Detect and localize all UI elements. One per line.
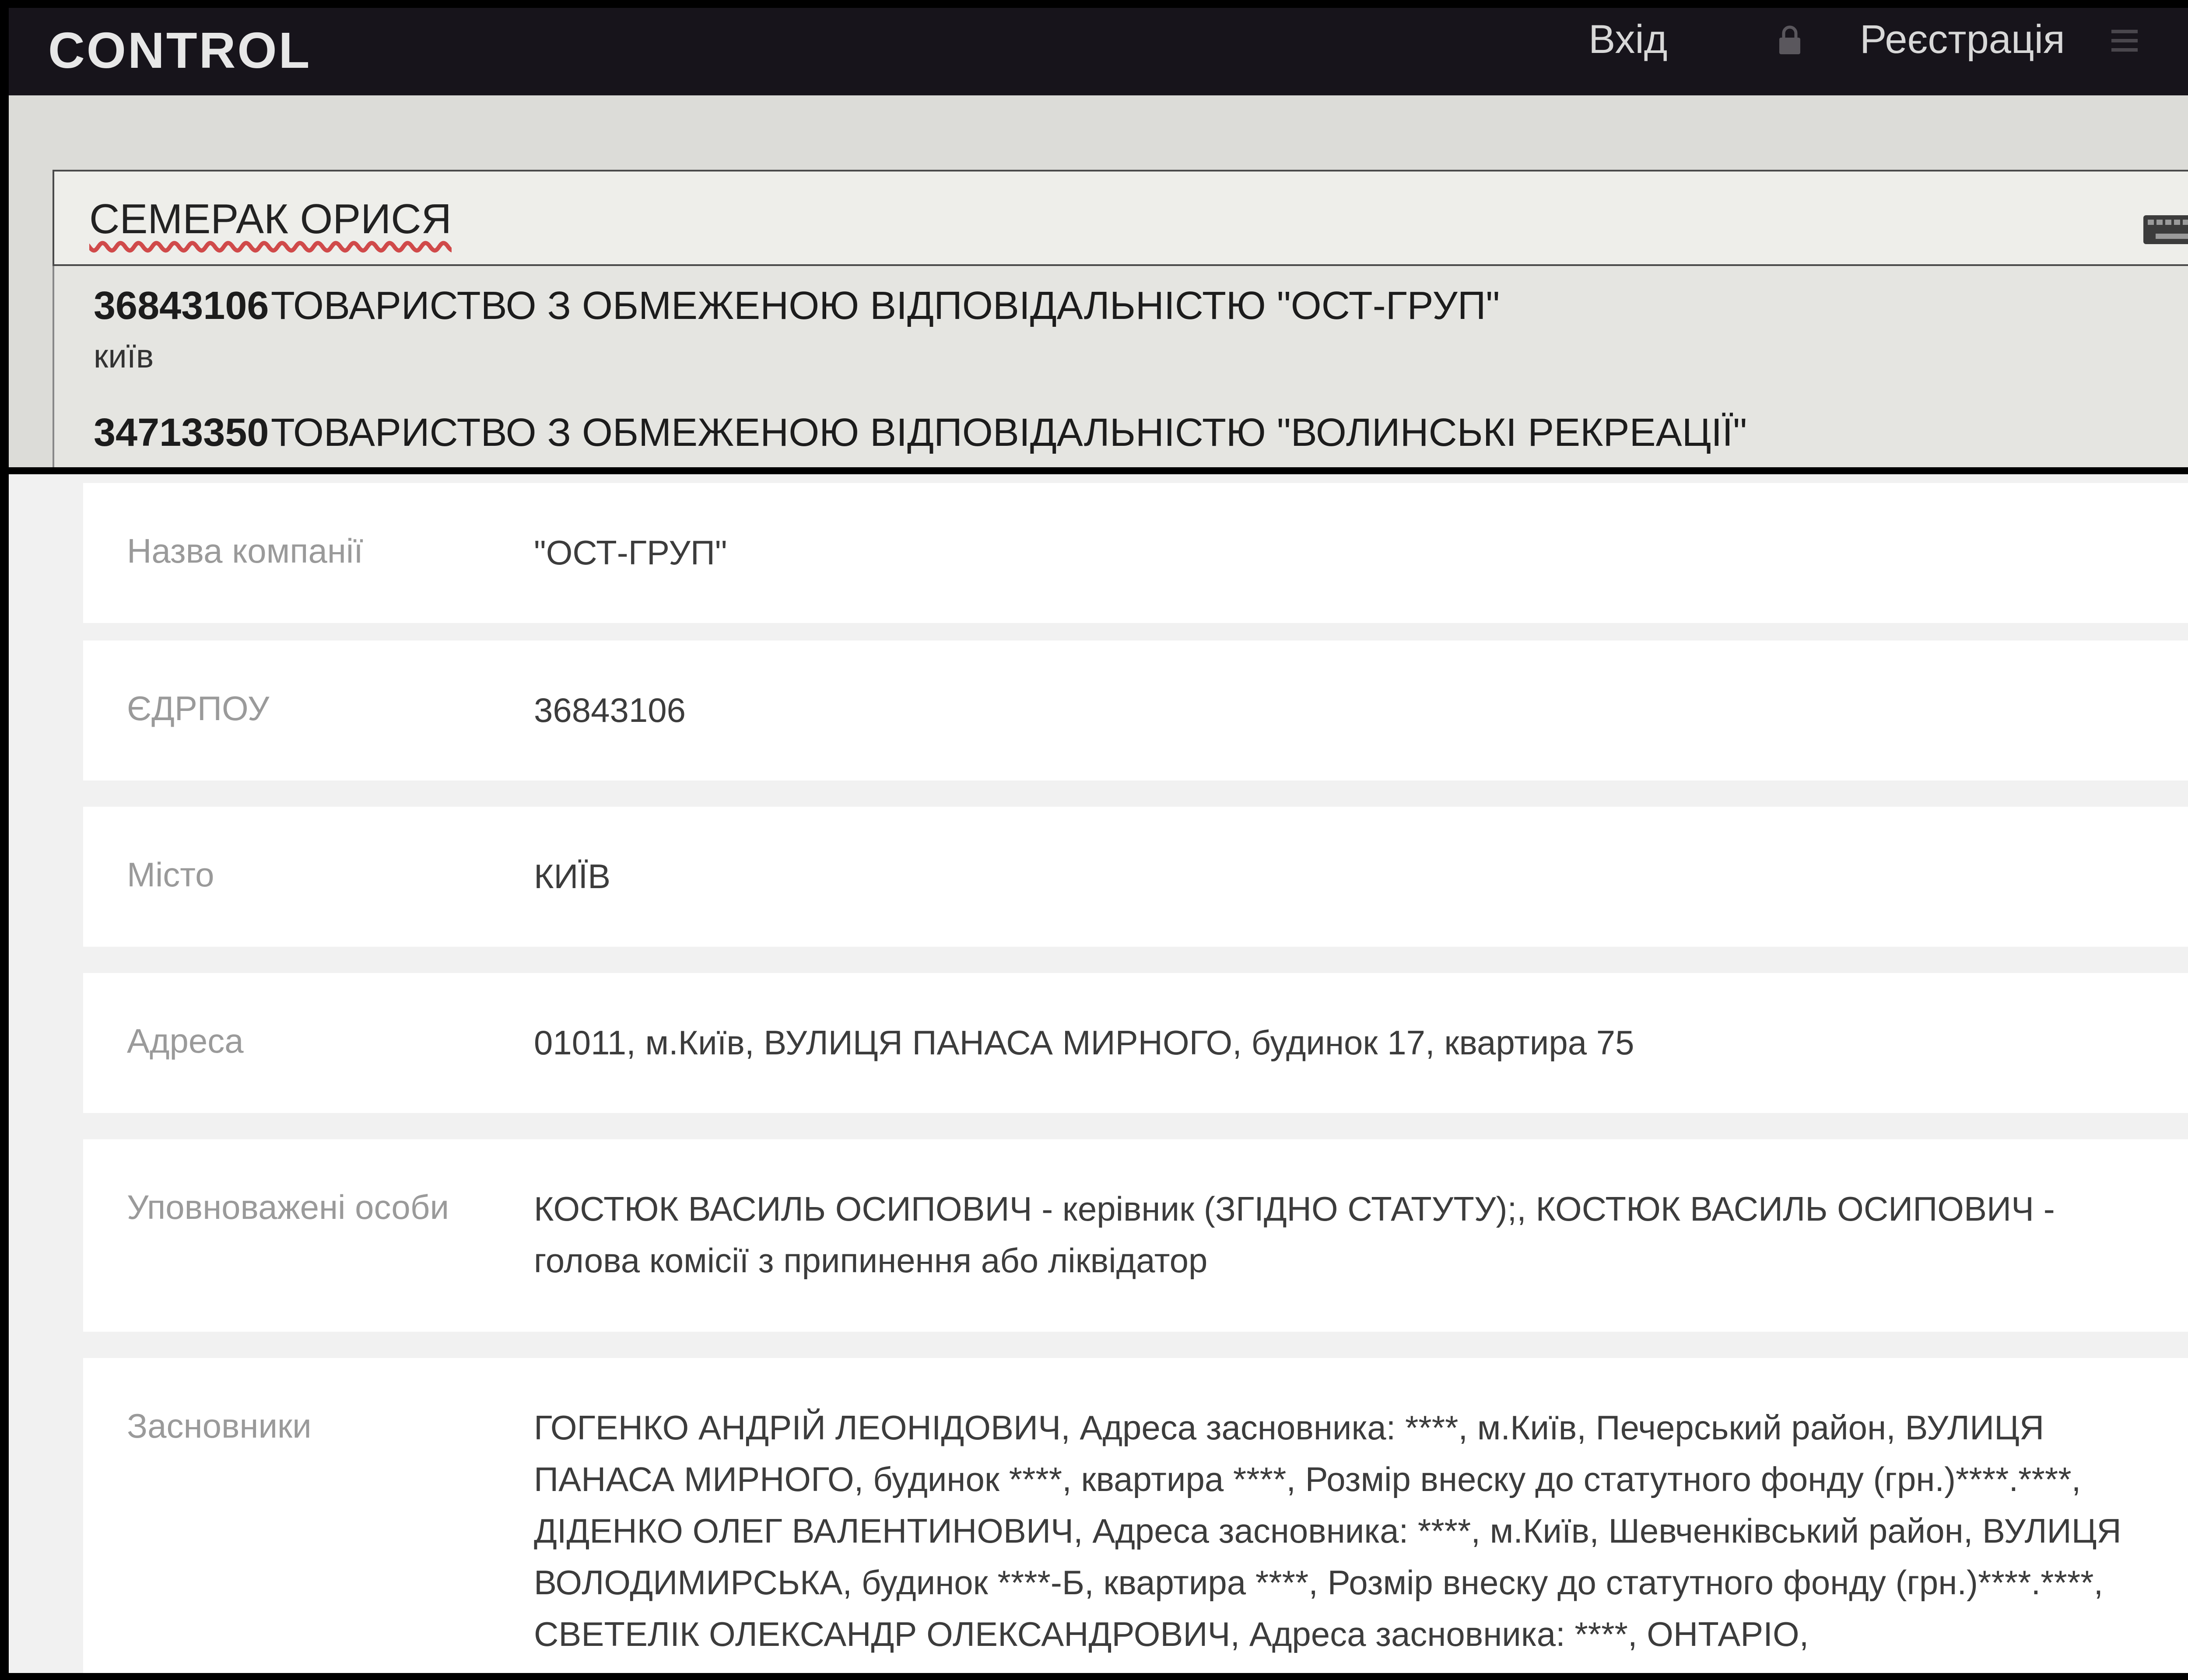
result-code: 36843106: [94, 284, 269, 328]
top-navbar: CONTROL Вхід Реєстрація: [9, 8, 2188, 95]
detail-row-address: Адреса 01011, м.Київ, ВУЛИЦЯ ПАНАСА МИРН…: [83, 973, 2188, 1113]
keyboard-icon[interactable]: [2142, 211, 2188, 246]
detail-label: ЄДРПОУ: [127, 689, 270, 728]
result-code: 34713350: [94, 411, 269, 455]
detail-value: ГОГЕНКО АНДРІЙ ЛЕОНІДОВИЧ, Адреса заснов…: [534, 1408, 2121, 1653]
detail-label: Назва компанії: [127, 532, 363, 570]
detail-row-authorized-persons: Уповноважені особи КОСТЮК ВАСИЛЬ ОСИПОВИ…: [83, 1139, 2188, 1332]
detail-value: 01011, м.Київ, ВУЛИЦЯ ПАНАСА МИРНОГО, бу…: [534, 1023, 1634, 1062]
company-details-panel: Назва компанії "ОСТ-ГРУП" ЄДРПОУ 3684310…: [9, 474, 2188, 1673]
search-box: СЕМЕРАК ОРИСЯ: [53, 170, 2188, 266]
menu-icon[interactable]: [2109, 25, 2140, 56]
detail-row-founders: Засновники ГОГЕНКО АНДРІЙ ЛЕОНІДОВИЧ, Ад…: [83, 1358, 2188, 1673]
search-screenshot-panel: CONTROL Вхід Реєстрація СЕМЕРАК ОРИСЯ 36…: [9, 8, 2188, 467]
search-results-dropdown: 36843106 ТОВАРИСТВО З ОБМЕЖЕНОЮ ВІДПОВІД…: [53, 266, 2188, 467]
detail-row-city: Місто КИЇВ: [83, 807, 2188, 947]
result-city: київ: [94, 338, 154, 375]
search-result-item[interactable]: 36843106 ТОВАРИСТВО З ОБМЕЖЕНОЮ ВІДПОВІД…: [94, 284, 1500, 375]
detail-row-company-name: Назва компанії "ОСТ-ГРУП": [83, 483, 2188, 623]
result-name: ТОВАРИСТВО З ОБМЕЖЕНОЮ ВІДПОВІДАЛЬНІСТЮ …: [270, 411, 1747, 455]
detail-value: "ОСТ-ГРУП": [534, 533, 727, 572]
detail-value: КИЇВ: [534, 857, 611, 896]
detail-value: 36843106: [534, 691, 686, 729]
detail-row-edrpou: ЄДРПОУ 36843106: [83, 640, 2188, 780]
site-logo[interactable]: CONTROL: [48, 21, 312, 80]
panel-divider: [0, 467, 2188, 474]
detail-value: КОСТЮК ВАСИЛЬ ОСИПОВИЧ - керівник (ЗГІДН…: [534, 1190, 2055, 1280]
lock-icon: [1779, 25, 1800, 54]
detail-label: Місто: [127, 855, 214, 894]
result-name: ТОВАРИСТВО З ОБМЕЖЕНОЮ ВІДПОВІДАЛЬНІСТЮ …: [270, 284, 1500, 328]
register-link[interactable]: Реєстрація: [1860, 17, 2065, 63]
detail-label: Адреса: [127, 1022, 244, 1060]
detail-label: Засновники: [127, 1407, 312, 1445]
login-link[interactable]: Вхід: [1588, 17, 1667, 63]
detail-label: Уповноважені особи: [127, 1188, 449, 1226]
search-result-item[interactable]: 34713350 ТОВАРИСТВО З ОБМЕЖЕНОЮ ВІДПОВІД…: [94, 410, 1747, 455]
search-input[interactable]: СЕМЕРАК ОРИСЯ: [89, 195, 452, 243]
